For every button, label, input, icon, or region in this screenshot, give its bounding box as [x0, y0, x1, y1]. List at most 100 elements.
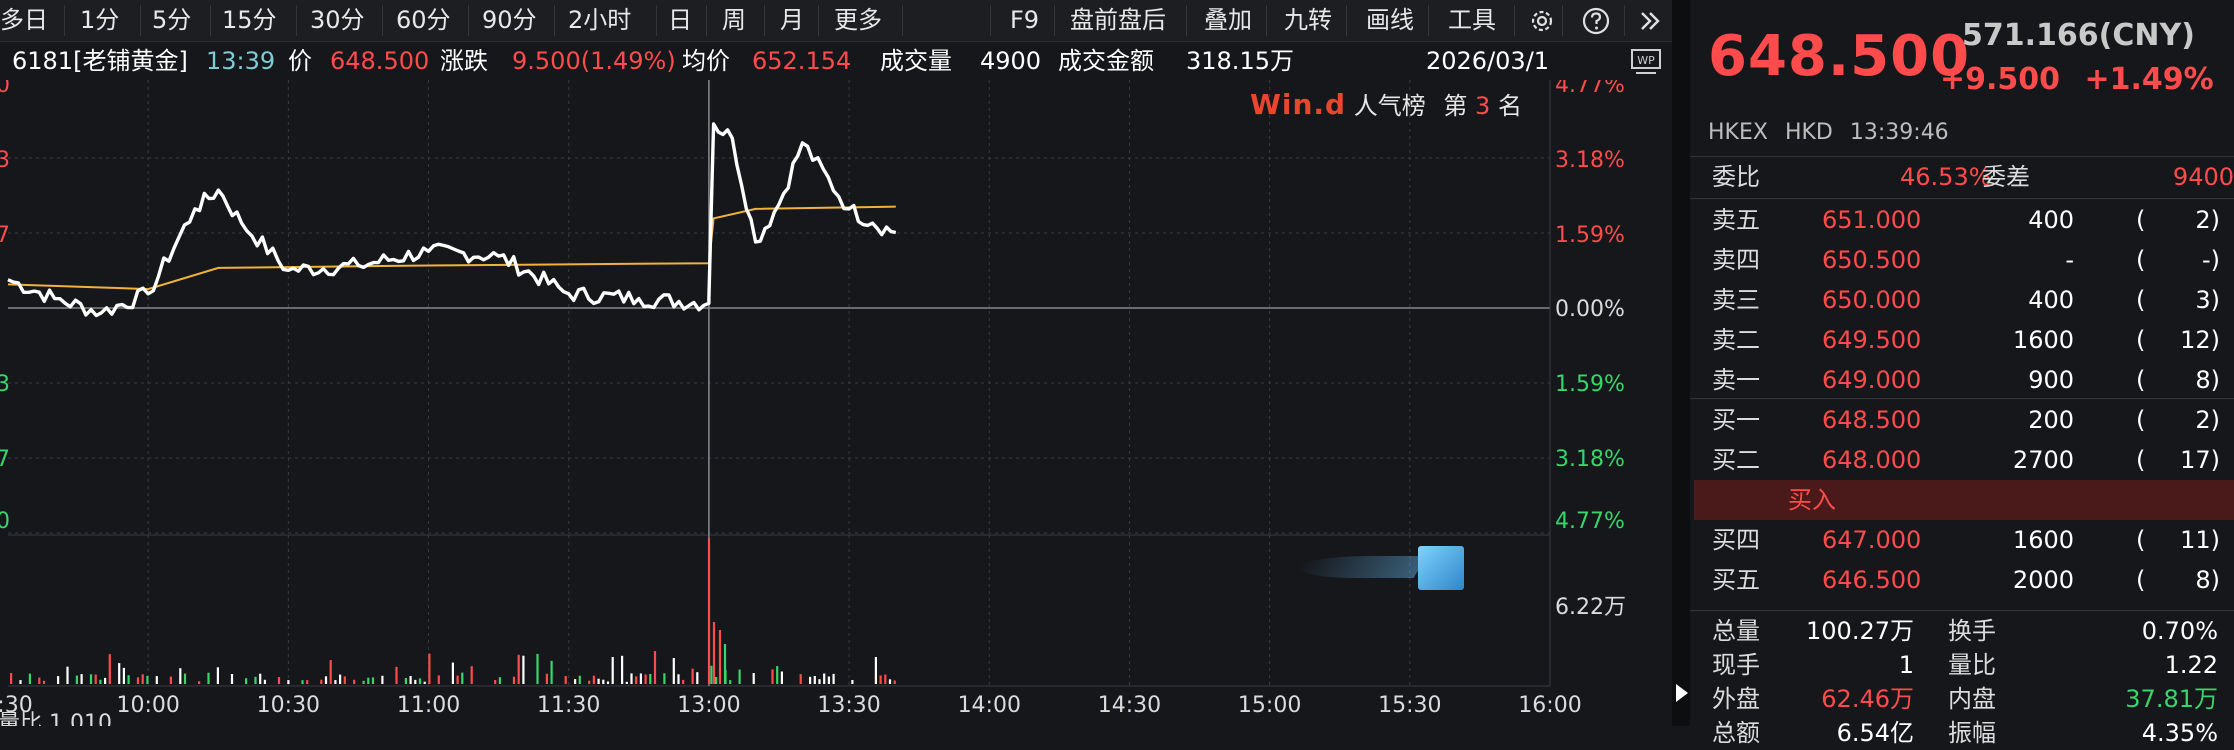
- volume-bar: [818, 679, 821, 684]
- volume-bar: [827, 676, 830, 684]
- amount-label: 成交金额: [1058, 47, 1154, 75]
- weibi-value: 46.53%: [1900, 163, 1992, 191]
- period-30min[interactable]: 30分: [310, 0, 365, 41]
- bid-price: 647.000: [1822, 526, 1922, 554]
- volume-bar: [108, 654, 111, 684]
- stock-code-name[interactable]: 6181[老铺黄金]: [12, 42, 188, 80]
- period-90min[interactable]: 90分: [482, 0, 537, 41]
- volume-bar: [578, 675, 581, 684]
- wp-icon[interactable]: WP: [1630, 48, 1662, 76]
- chart-toolbar: 多日 1分 5分 15分 30分 60分 90分 2小时 日 周 月 更多 F9…: [0, 0, 1672, 42]
- volume-bar: [621, 655, 624, 684]
- volume-bar: [259, 673, 262, 684]
- volume-bar: [677, 674, 680, 684]
- volume-bar: [461, 672, 464, 684]
- order-count-open-paren: (: [2136, 406, 2146, 434]
- td9-button[interactable]: 九转: [1284, 0, 1332, 41]
- toolbar-divider: [1346, 5, 1347, 36]
- period-5min[interactable]: 5分: [152, 0, 191, 41]
- volume-bar: [494, 680, 497, 684]
- volume-bar: [813, 676, 816, 684]
- volume-bar: [691, 668, 694, 684]
- bid-row[interactable]: 买一 648.500 200 (2): [1690, 400, 2234, 440]
- ask-row[interactable]: 卖一 649.000 900 (8): [1690, 360, 2234, 400]
- period-2h[interactable]: 2小时: [568, 0, 631, 41]
- bid-row[interactable]: 买二 648.000 2700 (17): [1690, 440, 2234, 480]
- volume-bar: [371, 677, 375, 684]
- ask-row[interactable]: 卖三 650.000 400 (3): [1690, 280, 2234, 320]
- period-15min[interactable]: 15分: [222, 0, 277, 41]
- volume-bar: [644, 674, 647, 684]
- volume-bar: [738, 669, 741, 684]
- price-change: +9.500 +1.49%: [1940, 62, 2214, 97]
- volume-bar: [343, 676, 346, 684]
- volume-bar: [306, 680, 309, 684]
- period-week[interactable]: 周: [722, 0, 746, 41]
- play-arrow-icon[interactable]: [1676, 684, 1688, 702]
- period-1min[interactable]: 1分: [80, 0, 119, 41]
- panel-divider[interactable]: [1672, 0, 1690, 726]
- f9-button[interactable]: F9: [1010, 0, 1039, 41]
- pct-label-zero: 0.00%: [1555, 297, 1625, 322]
- time-tick-label: 10:30: [257, 693, 320, 718]
- overlay-button[interactable]: 叠加: [1204, 0, 1252, 41]
- ask-order-count: 2): [2195, 206, 2220, 234]
- volume-bar: [263, 679, 266, 684]
- volume-bar: [381, 675, 384, 684]
- ask-row[interactable]: 卖四 650.500 - (-): [1690, 240, 2234, 280]
- bid-row[interactable]: 买五 646.500 2000 (8): [1690, 560, 2234, 600]
- volume-bar: [409, 676, 412, 684]
- stat-value: 4.35%: [2141, 719, 2218, 747]
- buy-tag[interactable]: 买入: [1788, 480, 1836, 520]
- tools-button[interactable]: 工具: [1448, 0, 1496, 41]
- volume-bar: [653, 651, 657, 684]
- time-tick-label: 11:00: [397, 693, 460, 718]
- volume-bar: [710, 665, 713, 684]
- ask-order-count: 8): [2195, 366, 2220, 394]
- period-multi-day[interactable]: 多日: [0, 0, 48, 41]
- ask-row[interactable]: 卖二 649.500 1600 (12): [1690, 320, 2234, 360]
- toolbar-divider: [1514, 5, 1515, 36]
- gear-icon[interactable]: [1526, 5, 1558, 37]
- ask-row[interactable]: 卖五 651.000 400 (2): [1690, 200, 2234, 240]
- commission-ratio-row: 委比 46.53% 委差 9400: [1690, 157, 2234, 197]
- toolbar-divider: [1186, 5, 1187, 36]
- ask-quantity: 400: [2028, 286, 2074, 314]
- ask-quantity: 400: [2028, 206, 2074, 234]
- ask-quantity: 1600: [2012, 326, 2074, 354]
- bid-row[interactable]: 买四 647.000 1600 (11): [1690, 520, 2234, 560]
- draw-line-button[interactable]: 画线: [1366, 0, 1414, 41]
- ask-quantity: 900: [2028, 366, 2074, 394]
- date-value: 2026/03/1: [1426, 47, 1550, 75]
- volume-bar: [207, 672, 210, 684]
- float-widget-icon[interactable]: [1418, 546, 1464, 590]
- volume-bar: [649, 673, 652, 684]
- order-count-open-paren: (: [2136, 326, 2146, 354]
- ask-price: 650.500: [1822, 246, 1922, 274]
- period-month[interactable]: 月: [780, 0, 804, 41]
- pct-label-up-3: 4.77%: [1555, 80, 1625, 98]
- time-tick-label: 13:00: [677, 693, 740, 718]
- toolbar-divider: [1266, 5, 1267, 36]
- volume-bar: [324, 676, 328, 684]
- chart-area[interactable]: 多日 1分 5分 15分 30分 60分 90分 2小时 日 周 月 更多 F9…: [0, 0, 1672, 726]
- volume-bar: [19, 680, 22, 684]
- help-icon[interactable]: [1580, 5, 1612, 37]
- period-60min[interactable]: 60分: [396, 0, 451, 41]
- order-count-open-paren: (: [2136, 526, 2146, 554]
- bid-level-label: 买五: [1712, 566, 1760, 594]
- volume-bar: [574, 679, 577, 684]
- divider: [1690, 610, 2234, 611]
- volume-bar: [10, 673, 13, 684]
- volume-label: 成交量: [880, 47, 952, 75]
- last-price: 648.500: [1708, 24, 1971, 89]
- stat-label: 外盘: [1712, 685, 1760, 713]
- bid-order-count: 8): [2195, 566, 2220, 594]
- double-chevron-right-icon[interactable]: [1634, 5, 1666, 37]
- period-more[interactable]: 更多: [834, 0, 882, 41]
- premarket-button[interactable]: 盘前盘后: [1070, 0, 1166, 41]
- period-day[interactable]: 日: [668, 0, 692, 41]
- volume-bar: [715, 677, 718, 684]
- intraday-chart[interactable]: 4.77% 3.18% 1.59% 0.00% 1.59% 3.18% 4.77…: [0, 80, 1672, 726]
- popularity-rank-badge[interactable]: Win.d 人气榜 第 3 名: [1250, 88, 1522, 122]
